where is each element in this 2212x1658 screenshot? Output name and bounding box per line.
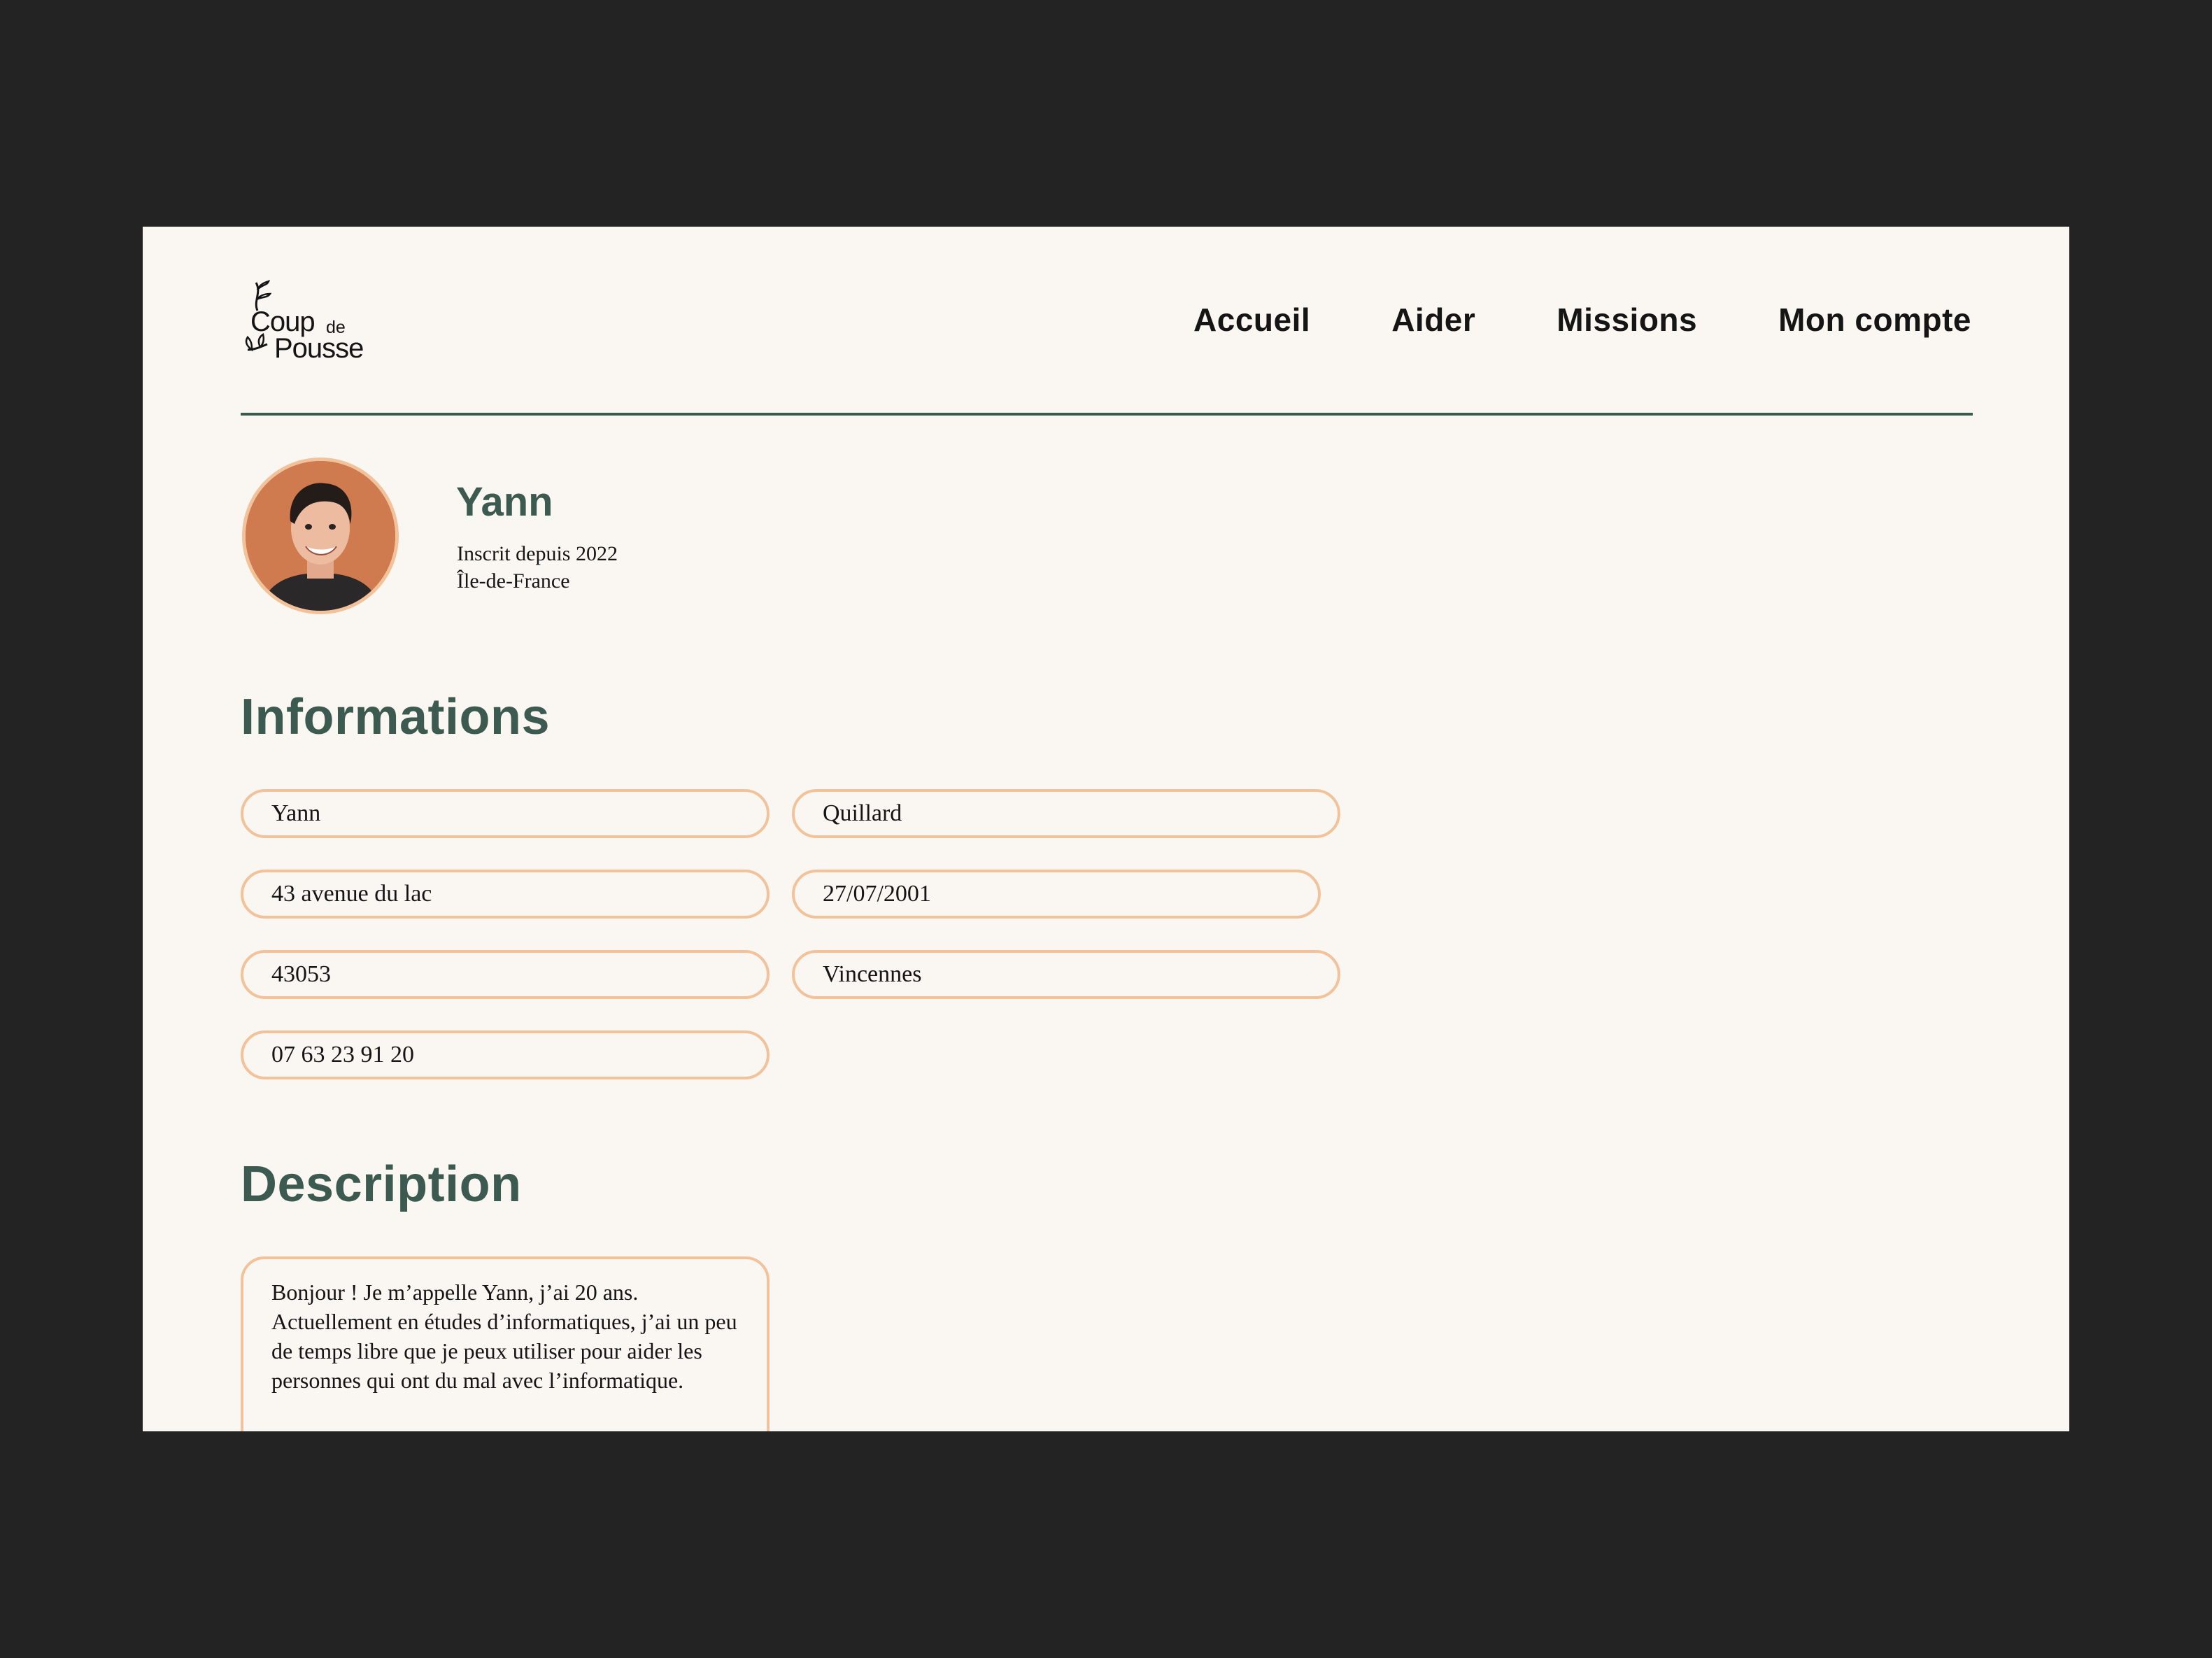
profile-meta: Inscrit depuis 2022 Île-de-France — [457, 540, 618, 595]
profile-name: Yann — [456, 479, 553, 525]
page: Coup de Pousse Accueil Aider Missions Mo… — [143, 227, 2069, 1431]
last-name-field[interactable] — [792, 789, 1340, 838]
postal-code-field[interactable] — [241, 950, 770, 999]
profile-photo — [246, 461, 395, 611]
member-since: Inscrit depuis 2022 — [457, 542, 618, 565]
nav-item-accueil[interactable]: Accueil — [1193, 301, 1310, 339]
nav-item-mon-compte[interactable]: Mon compte — [1778, 301, 1971, 339]
header-divider — [241, 413, 1973, 416]
region: Île-de-France — [457, 569, 570, 593]
informations-title: Informations — [241, 689, 551, 745]
nav-item-aider[interactable]: Aider — [1391, 301, 1475, 339]
address-field[interactable] — [241, 870, 770, 919]
birth-date-field[interactable] — [792, 870, 1321, 919]
logo-text-pousse: Pousse — [274, 333, 364, 364]
city-field[interactable] — [792, 950, 1340, 999]
phone-field[interactable] — [241, 1030, 770, 1079]
avatar — [242, 458, 399, 614]
nav-item-missions[interactable]: Missions — [1557, 301, 1697, 339]
description-title: Description — [241, 1156, 522, 1212]
first-name-field[interactable] — [241, 789, 770, 838]
logo[interactable]: Coup de Pousse — [239, 277, 386, 375]
main-nav: Accueil Aider Missions Mon compte — [1193, 301, 1971, 339]
description-textarea[interactable]: Bonjour ! Je m’appelle Yann, j’ai 20 ans… — [241, 1256, 770, 1431]
